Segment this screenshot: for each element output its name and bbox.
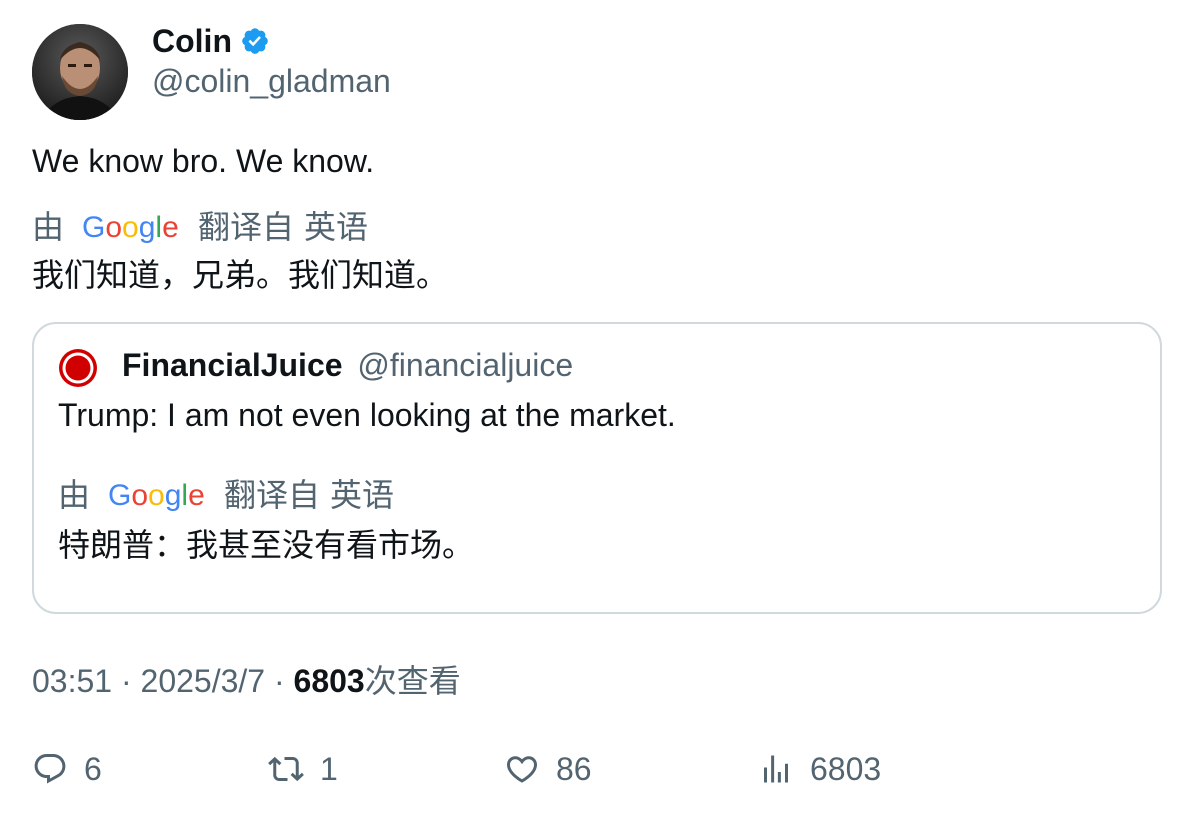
analytics-icon: [764, 755, 788, 783]
author-name-row: Colin: [152, 22, 270, 60]
reply-button[interactable]: 6: [32, 750, 102, 788]
meta-separator: ·: [120, 663, 141, 699]
heart-icon: [506, 756, 538, 783]
verified-badge-icon: [242, 28, 268, 54]
translated-text: 我们知道，兄弟。我们知道。: [32, 257, 449, 293]
views-button[interactable]: 6803: [758, 750, 881, 788]
author-handle[interactable]: @colin_gladman: [152, 62, 391, 100]
google-logo-icon: Google: [82, 211, 179, 244]
svg-text:Google: Google: [108, 479, 205, 512]
tweet-text: We know bro. We know.: [32, 143, 375, 179]
svg-text:Google: Google: [82, 211, 179, 244]
google-logo-icon: Google: [108, 479, 205, 512]
translated-from-label: 翻译自: [224, 477, 321, 513]
translation-by-label: 由: [58, 477, 91, 513]
translation-language: 英语: [330, 477, 395, 513]
financialjuice-logo-icon: [59, 349, 97, 387]
retweet-button[interactable]: 1: [268, 750, 338, 788]
quoted-display-name[interactable]: FinancialJuice: [122, 347, 343, 383]
retweet-icon: [268, 756, 304, 782]
reply-count: 6: [84, 751, 102, 787]
meta-separator: ·: [273, 663, 294, 699]
views-count: 6803: [293, 663, 365, 699]
author-display-name[interactable]: Colin: [152, 22, 232, 60]
reply-icon: [34, 754, 66, 784]
like-count: 86: [556, 751, 592, 787]
avatar[interactable]: [32, 24, 128, 120]
tweet-date[interactable]: 2025/3/7: [141, 663, 266, 699]
tweet-time[interactable]: 03:51: [32, 663, 112, 699]
like-button[interactable]: 86: [504, 750, 592, 788]
views-action-count: 6803: [810, 751, 882, 787]
translation-language: 英语: [304, 209, 369, 245]
quoted-handle[interactable]: @financialjuice: [357, 347, 573, 383]
quoted-translation-attribution: 由 Google 翻译自 英语: [58, 476, 394, 514]
quoted-author: FinancialJuice @financialjuice: [122, 346, 573, 384]
quoted-translated-text: 特朗普：我甚至没有看市场。: [58, 527, 475, 563]
quoted-text: Trump: I am not even looking at the mark…: [58, 397, 676, 433]
avatar-photo-icon: [32, 24, 128, 120]
retweet-count: 1: [320, 751, 338, 787]
tweet: Colin @colin_gladman We know bro. We kno…: [0, 0, 1196, 816]
translation-by-label: 由: [32, 209, 65, 245]
quoted-tweet[interactable]: FinancialJuice @financialjuice Trump: I …: [32, 322, 1162, 614]
translated-from-label: 翻译自: [198, 209, 295, 245]
views-label: 次查看: [364, 663, 461, 699]
tweet-meta: 03:51 · 2025/3/7 · 6803次查看: [32, 662, 461, 700]
translation-attribution: 由 Google 翻译自 英语: [32, 208, 368, 246]
